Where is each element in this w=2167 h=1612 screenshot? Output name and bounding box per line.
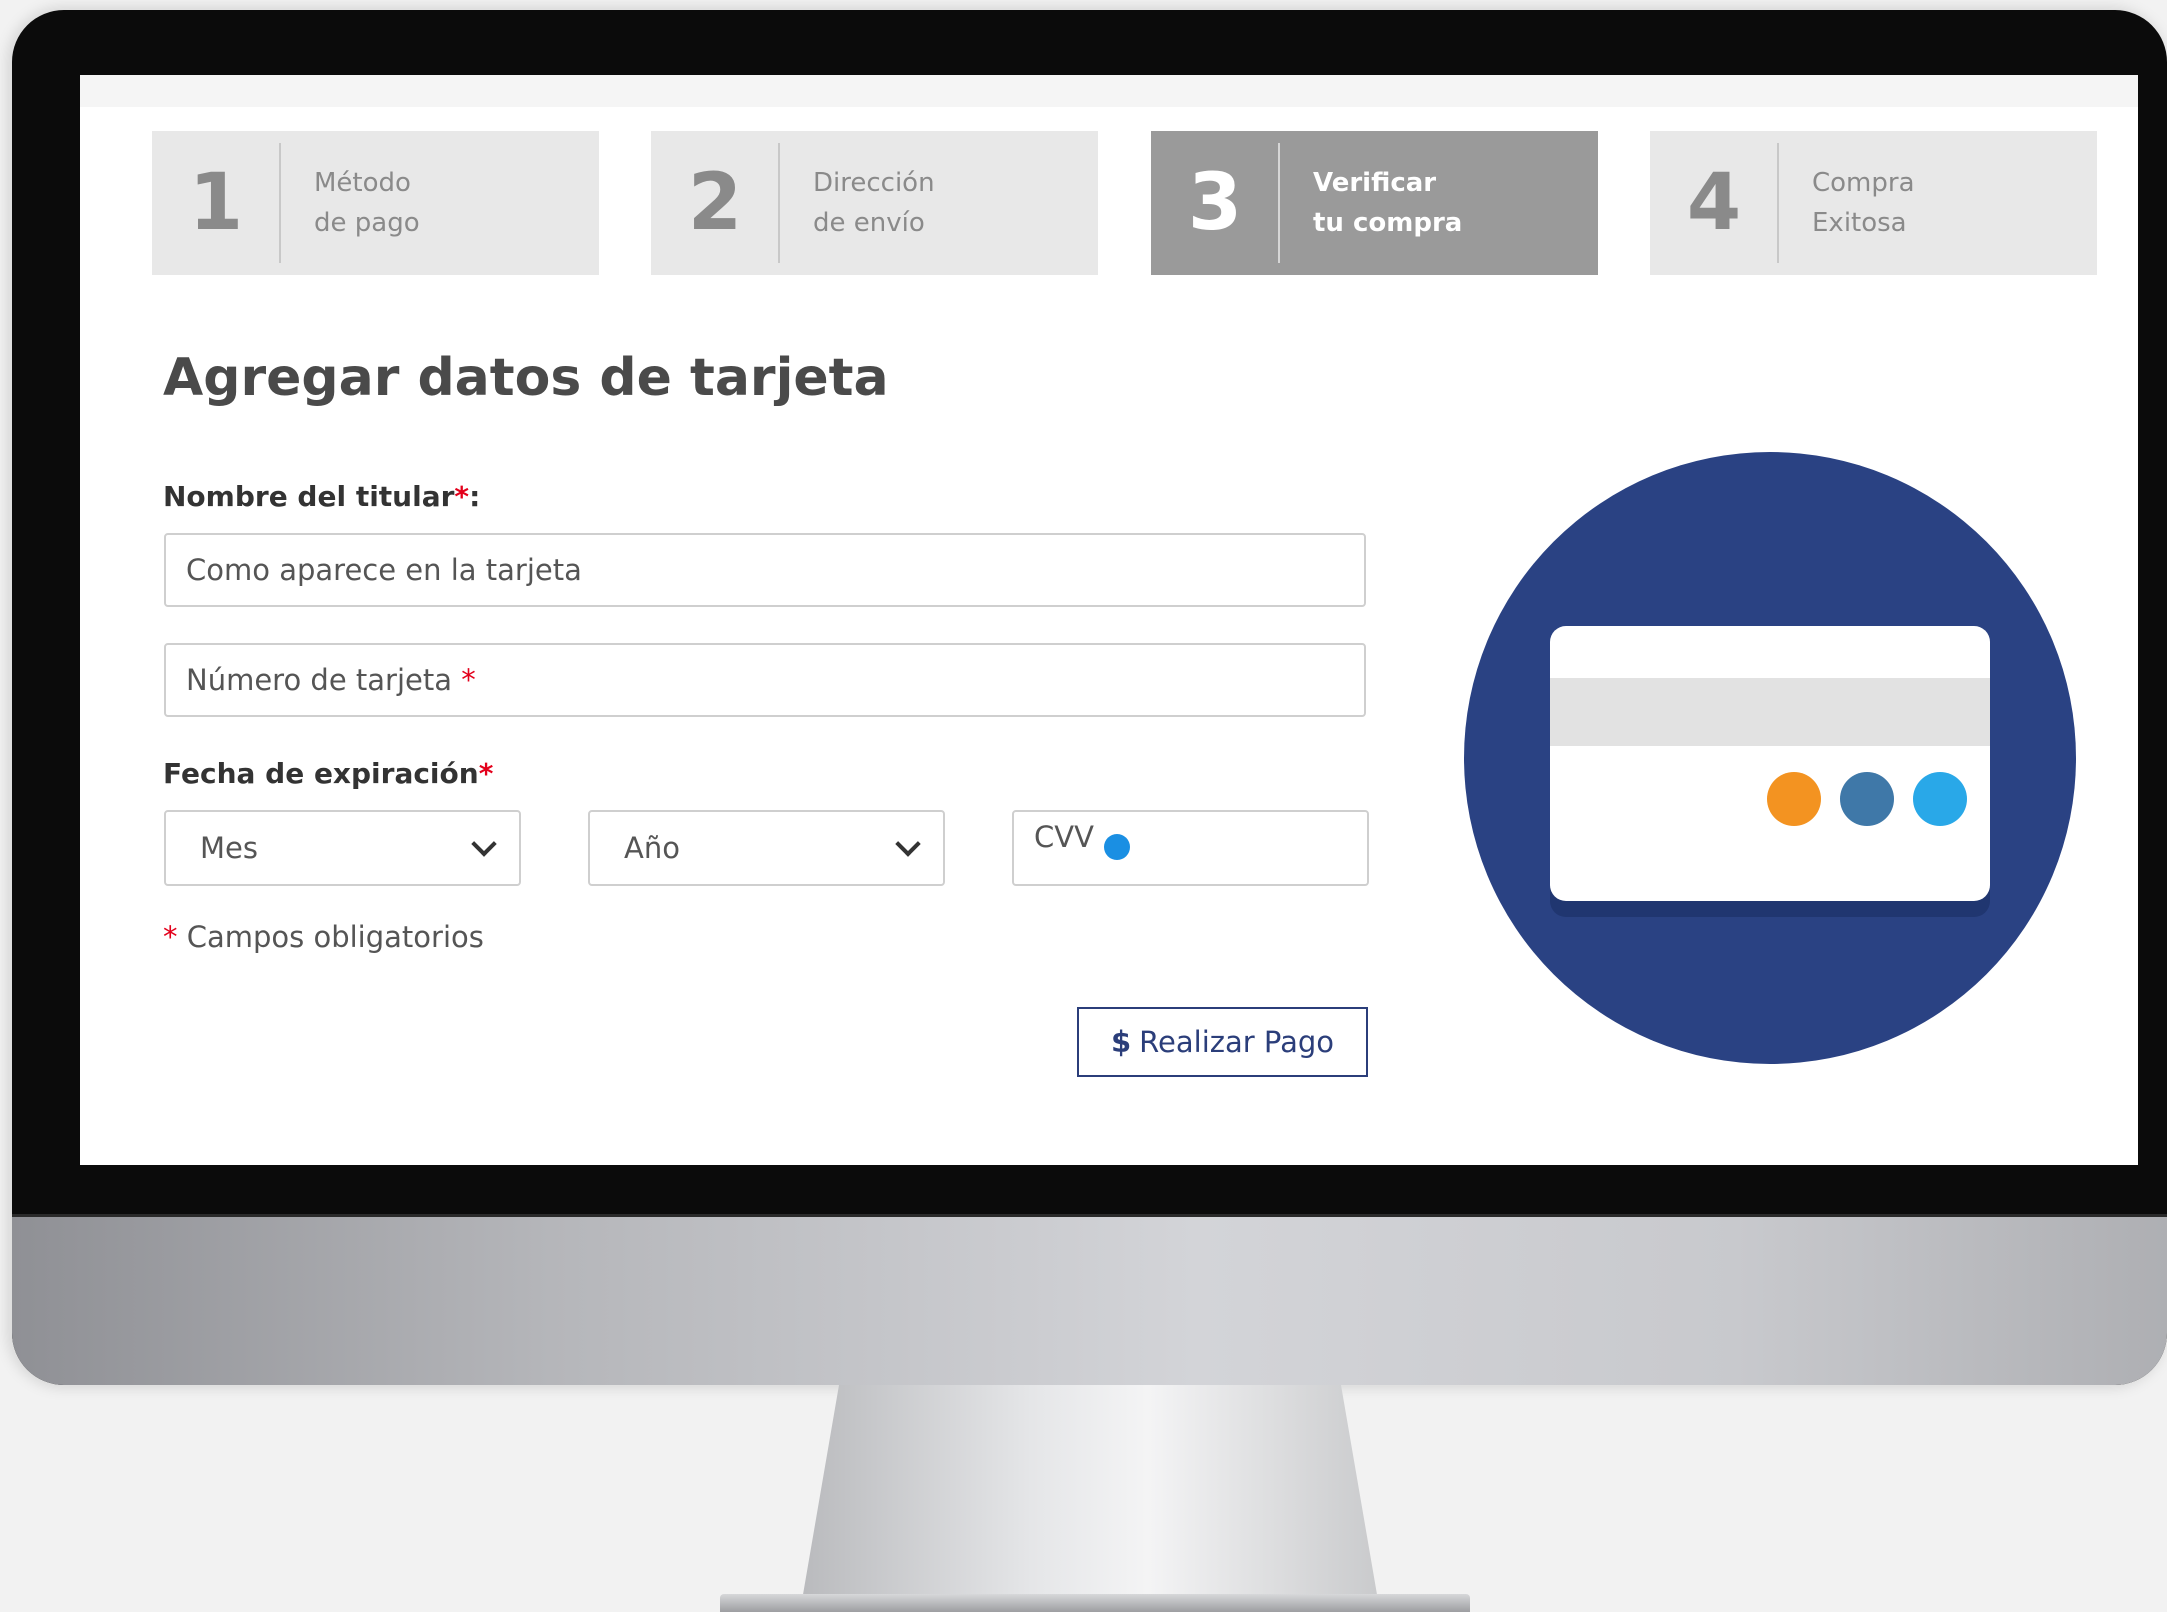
- make-payment-button[interactable]: $ Realizar Pago: [1077, 1007, 1368, 1077]
- required-asterisk: *: [163, 920, 178, 954]
- required-fields-note: * Campos obligatorios: [163, 920, 484, 954]
- step-label-line2: Exitosa: [1812, 208, 1907, 238]
- step-label: Dirección de envío: [813, 163, 935, 243]
- step-label: Método de pago: [314, 163, 420, 243]
- step-shipping-address: 2 Dirección de envío: [651, 131, 1098, 275]
- cardholder-name-label: Nombre del titular*:: [163, 480, 480, 513]
- step-divider: [778, 143, 780, 263]
- required-fields-note-text: Campos obligatorios: [186, 920, 484, 954]
- cardholder-name-input[interactable]: Como aparece en la tarjeta: [164, 533, 1366, 607]
- card-number-input[interactable]: Número de tarjeta *: [164, 643, 1366, 717]
- required-asterisk: *: [461, 663, 476, 697]
- page-title: Agregar datos de tarjeta: [163, 348, 889, 408]
- step-divider: [279, 143, 281, 263]
- card-dot-steel: [1840, 772, 1894, 826]
- step-number: 3: [1187, 158, 1243, 248]
- step-label-line2: de envío: [813, 208, 925, 238]
- step-number: 4: [1686, 158, 1742, 248]
- credit-card-illustration: [1464, 452, 2076, 1064]
- chevron-down-icon: [471, 831, 497, 857]
- required-asterisk: *: [454, 480, 470, 513]
- expiration-date-label: Fecha de expiración*: [163, 757, 493, 790]
- step-label: Verificar tu compra: [1313, 163, 1462, 243]
- monitor-stand-neck: [800, 1385, 1380, 1612]
- step-label-line2: tu compra: [1313, 208, 1463, 238]
- monitor-stand-base: [720, 1594, 1470, 1612]
- expiration-year-select[interactable]: Año: [588, 810, 945, 886]
- make-payment-label: Realizar Pago: [1139, 1025, 1334, 1059]
- step-payment-method: 1 Método de pago: [152, 131, 599, 275]
- required-asterisk: *: [478, 757, 494, 790]
- step-verify-purchase: 3 Verificar tu compra: [1151, 131, 1598, 275]
- step-label-line1: Dirección: [813, 168, 935, 198]
- step-label: Compra Exitosa: [1812, 163, 1915, 243]
- top-strip: [80, 75, 2138, 107]
- label-colon: :: [469, 480, 481, 513]
- screen: 1 Método de pago 2 Dirección de envío 3 …: [80, 75, 2138, 1165]
- dollar-icon: $: [1110, 1025, 1132, 1059]
- step-label-line1: Verificar: [1313, 168, 1437, 198]
- cardholder-name-placeholder: Como aparece en la tarjeta: [186, 553, 582, 587]
- step-label-line1: Compra: [1812, 168, 1915, 198]
- card-number-placeholder-text: Número de tarjeta: [186, 663, 452, 697]
- step-divider: [1777, 143, 1779, 263]
- step-number: 1: [188, 158, 244, 248]
- chevron-down-icon: [895, 831, 921, 857]
- expiration-date-label-text: Fecha de expiración: [163, 757, 479, 790]
- info-dot-icon[interactable]: [1104, 834, 1130, 860]
- card-stripe: [1550, 678, 1990, 746]
- year-select-value: Año: [624, 831, 680, 865]
- cvv-placeholder: CVV: [1034, 820, 1094, 854]
- monitor-chin: [12, 1217, 2167, 1385]
- cvv-input[interactable]: CVV: [1012, 810, 1369, 886]
- monitor-frame: 1 Método de pago 2 Dirección de envío 3 …: [12, 10, 2167, 1385]
- card-dot-blue: [1913, 772, 1967, 826]
- step-divider: [1278, 143, 1280, 263]
- expiration-month-select[interactable]: Mes: [164, 810, 521, 886]
- cardholder-name-label-text: Nombre del titular: [163, 480, 455, 513]
- step-purchase-success: 4 Compra Exitosa: [1650, 131, 2097, 275]
- month-select-value: Mes: [200, 831, 258, 865]
- card-number-placeholder: Número de tarjeta *: [186, 645, 476, 715]
- step-label-line2: de pago: [314, 208, 420, 238]
- step-number: 2: [687, 158, 743, 248]
- credit-card-icon: [1550, 626, 1990, 901]
- step-label-line1: Método: [314, 168, 411, 198]
- card-dot-orange: [1767, 772, 1821, 826]
